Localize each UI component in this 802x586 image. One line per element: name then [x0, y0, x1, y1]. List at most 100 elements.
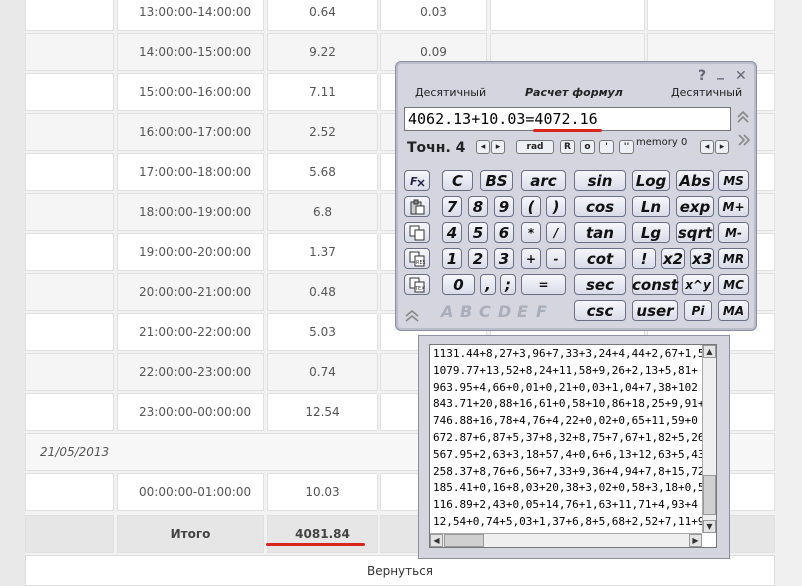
history-line[interactable]: 258.37+8,76+6,56+7,33+9,36+4,94+7,8+15,7… — [433, 465, 705, 478]
formula-display[interactable]: 4062.13+10.03=4072.16 — [404, 107, 731, 131]
abs-button[interactable]: Abs — [676, 170, 714, 191]
pi-button[interactable]: Pi — [684, 300, 712, 321]
hex-f-button[interactable]: F — [536, 302, 547, 321]
ln-button[interactable]: Ln — [632, 196, 670, 217]
tan-button[interactable]: tan — [574, 222, 626, 243]
digit-3-button[interactable]: 3 — [494, 248, 514, 269]
csc-button[interactable]: csc — [574, 300, 626, 321]
scroll-right-icon[interactable]: ▶ — [689, 534, 702, 547]
cot-button[interactable]: cot — [574, 248, 626, 269]
memory-prev-button[interactable]: ◂ — [700, 140, 714, 154]
comma-button[interactable]: , — [480, 274, 496, 295]
precision-decrease-button[interactable]: ◂ — [476, 140, 490, 154]
scroll-down-icon[interactable]: ▼ — [703, 520, 716, 533]
memory-store-button[interactable]: MS — [718, 170, 749, 191]
history-line[interactable]: 672.87+6,87+5,37+8,32+8,75+7,67+1,82+5,2… — [433, 431, 705, 444]
collapse-history-icon[interactable] — [405, 309, 419, 325]
memory-next-button[interactable]: ▸ — [715, 140, 729, 154]
hex-a-button[interactable]: A — [441, 302, 453, 321]
second-button[interactable]: '' — [619, 140, 634, 154]
copy-icon[interactable] — [404, 222, 430, 243]
history-vertical-scrollbar[interactable]: ▲ ▼ — [702, 345, 716, 533]
rad-button[interactable]: rad — [516, 140, 554, 154]
close-icon[interactable]: ✕ — [735, 68, 747, 84]
history-list[interactable]: 1131.44+8,27+3,96+7,33+3,24+4,44+2,67+1,… — [429, 344, 717, 548]
degree-button[interactable]: o — [580, 140, 595, 154]
scroll-left-icon[interactable]: ◀ — [430, 534, 443, 547]
digit-2-button[interactable]: 2 — [468, 248, 488, 269]
memory-minus-button[interactable]: M- — [718, 222, 749, 243]
collapse-up-icon[interactable] — [737, 110, 749, 127]
backspace-button[interactable]: BS — [480, 170, 513, 191]
digit-8-button[interactable]: 8 — [468, 196, 488, 217]
sec-button[interactable]: sec — [574, 274, 626, 295]
exp-button[interactable]: exp — [676, 196, 714, 217]
open-paren-button[interactable]: ( — [521, 196, 541, 217]
digit-0-button[interactable]: 0 — [442, 274, 475, 295]
cell-blank — [25, 313, 114, 351]
equals-button[interactable]: = — [521, 274, 566, 295]
history-line[interactable]: 746.88+16,78+4,76+4,22+0,02+0,65+11,59+0 — [433, 414, 698, 427]
clear-button[interactable]: C — [442, 170, 473, 191]
cell-value-1: 6.8 — [267, 193, 378, 231]
digit-9-button[interactable]: 9 — [494, 196, 514, 217]
formula-calculator-window[interactable]: Десятичный Расчет формул Десятичный ? _ … — [395, 61, 757, 331]
memory-clear-button[interactable]: MC — [718, 274, 749, 295]
lg-button[interactable]: Lg — [632, 222, 670, 243]
precision-increase-button[interactable]: ▸ — [491, 140, 505, 154]
left-margin — [0, 0, 25, 586]
hex-e-button[interactable]: E — [517, 302, 528, 321]
history-line[interactable]: 1131.44+8,27+3,96+7,33+3,24+4,44+2,67+1,… — [433, 347, 705, 360]
factorial-button[interactable]: ! — [632, 248, 656, 269]
history-horizontal-scrollbar[interactable]: ◀ ▶ — [430, 533, 702, 547]
history-line[interactable]: 12,54+0,74+5,03+1,37+6,8+5,68+2,52+7,11+… — [433, 515, 705, 528]
history-line[interactable]: 1079.77+13,52+8,24+11,58+9,26+2,13+5,81+ — [433, 364, 698, 377]
cell-value-1: 7.11 — [267, 73, 378, 111]
history-line[interactable]: 963.95+4,66+0,01+0,21+0,03+1,04+7,38+102 — [433, 381, 698, 394]
sqrt-button[interactable]: sqrt — [676, 222, 714, 243]
help-icon[interactable]: ? — [698, 68, 706, 84]
memory-plus-button[interactable]: M+ — [718, 196, 749, 217]
r-button[interactable]: R — [560, 140, 575, 154]
hex-d-button[interactable]: D — [498, 302, 511, 321]
back-button[interactable]: Вернуться — [25, 555, 775, 586]
arc-button[interactable]: arc — [521, 170, 566, 191]
square-button[interactable]: x2 — [661, 248, 685, 269]
memory-add-button[interactable]: MA — [718, 300, 749, 321]
expand-right-icon[interactable] — [737, 134, 751, 149]
cube-button[interactable]: x3 — [690, 248, 714, 269]
history-line[interactable]: 116.89+2,43+0,05+14,76+1,63+11,71+4,93+4 — [433, 498, 698, 511]
const-button[interactable]: const — [632, 274, 678, 295]
digit-1-button[interactable]: 1 — [442, 248, 462, 269]
user-button[interactable]: user — [632, 300, 678, 321]
log-button[interactable]: Log — [632, 170, 670, 191]
digit-5-button[interactable]: 5 — [468, 222, 488, 243]
memory-recall-button[interactable]: MR — [718, 248, 749, 269]
sin-button[interactable]: sin — [574, 170, 626, 191]
cos-button[interactable]: cos — [574, 196, 626, 217]
multiply-button[interactable]: * — [521, 222, 541, 243]
history-line[interactable]: 843.71+20,88+16,61+0,58+10,86+18,25+9,91… — [433, 397, 705, 410]
semicolon-button[interactable]: ; — [500, 274, 516, 295]
hex-b-button[interactable]: B — [460, 302, 472, 321]
digit-4-button[interactable]: 4 — [442, 222, 462, 243]
history-line[interactable]: 567.95+2,63+3,18+57,4+0,6+6,13+12,63+5,4… — [433, 448, 705, 461]
power-button[interactable]: x^y — [682, 274, 714, 295]
hex-c-button[interactable]: C — [479, 302, 491, 321]
minus-button[interactable]: - — [546, 248, 566, 269]
copy-text-icon[interactable]: TEXT — [404, 274, 430, 295]
digit-6-button[interactable]: 6 — [494, 222, 514, 243]
divide-button[interactable]: / — [546, 222, 566, 243]
clear-formula-icon[interactable]: F — [404, 170, 430, 191]
digit-7-button[interactable]: 7 — [442, 196, 462, 217]
minute-button[interactable]: ' — [599, 140, 614, 154]
history-line[interactable]: 185.41+0,16+8,03+20,38+3,02+0,58+3,18+0,… — [433, 481, 705, 494]
minimize-icon[interactable]: _ — [717, 64, 724, 80]
scroll-up-icon[interactable]: ▲ — [703, 345, 716, 358]
vertical-scroll-thumb[interactable] — [703, 475, 716, 515]
close-paren-button[interactable]: ) — [546, 196, 566, 217]
copy-result-icon[interactable]: RES — [404, 248, 430, 269]
paste-icon[interactable] — [404, 196, 430, 217]
plus-button[interactable]: + — [521, 248, 541, 269]
horizontal-scroll-thumb[interactable] — [444, 534, 484, 547]
